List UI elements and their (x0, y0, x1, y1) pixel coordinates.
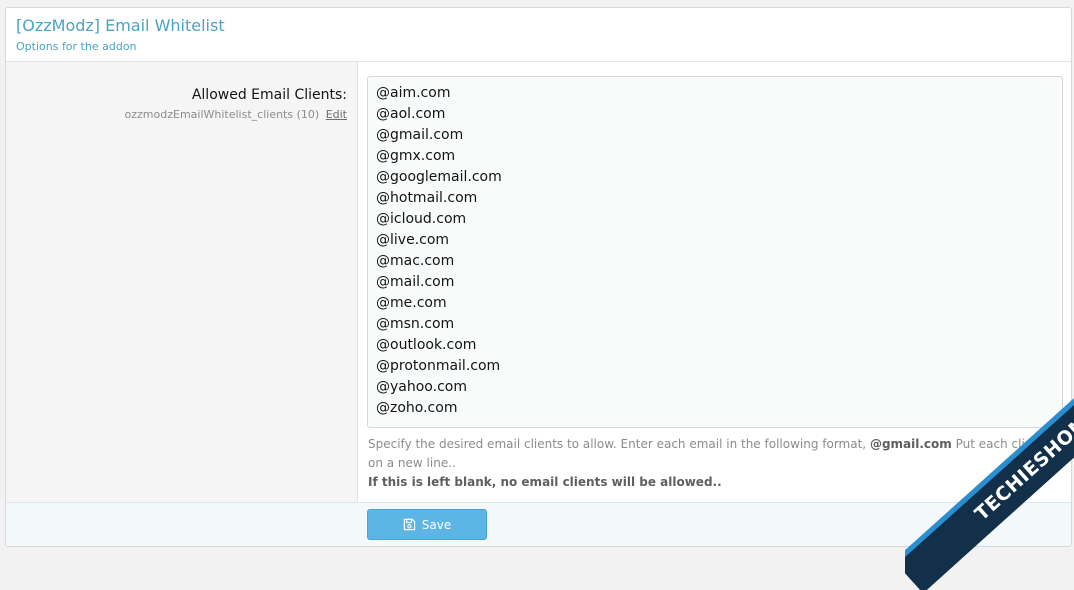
option-hint: ozzmodzEmailWhitelist_clients (10) Edit (125, 108, 347, 121)
option-id: ozzmodzEmailWhitelist_clients (10) (124, 108, 320, 121)
email-client-line: @mail.com (376, 274, 455, 290)
email-client-line: @protonmail.com (376, 358, 501, 374)
email-client-line: @zoho.com (376, 400, 458, 416)
email-client-line: @aim.com (376, 85, 451, 101)
page-subtitle: Options for the addon (16, 40, 137, 53)
email-client-line: @outlook.com (376, 337, 477, 353)
explain-example: @gmail.com (869, 437, 952, 451)
option-input-column: @aim.com @aol.com @gmail.com @gmx.com @googl… (358, 62, 1071, 502)
allowed-email-clients-textarea[interactable]: @aim.com @aol.com @gmail.com @gmx.com @googl… (367, 76, 1063, 428)
option-row: Allowed Email Clients: ozzmodzEmailWhite… (6, 62, 1071, 502)
option-explain: Specify the desired email clients to all… (368, 435, 1058, 492)
save-button[interactable]: Save (367, 509, 487, 540)
floppy-disk-icon (403, 518, 415, 531)
option-label-column: Allowed Email Clients: ozzmodzEmailWhite… (6, 62, 358, 502)
email-client-line: @yahoo.com (376, 379, 467, 395)
edit-link[interactable]: Edit (326, 108, 347, 121)
email-client-line: @googlemail.com (376, 169, 502, 185)
email-client-line: @gmail.com (376, 127, 464, 143)
email-client-line: @gmx.com (376, 148, 456, 164)
page-title: [OzzModz] Email Whitelist (16, 16, 225, 35)
email-client-line: @me.com (376, 295, 447, 311)
email-client-line: @icloud.com (376, 211, 467, 227)
save-button-label: Save (421, 517, 452, 532)
email-client-line: @hotmail.com (376, 190, 478, 206)
panel-header: [OzzModz] Email Whitelist Options for th… (6, 8, 1071, 62)
email-client-line: @mac.com (376, 253, 455, 269)
email-client-line: @live.com (376, 232, 450, 248)
explain-warning: If this is left blank, no email clients … (368, 475, 722, 489)
option-label: Allowed Email Clients: (191, 87, 347, 103)
form-footer: Save (6, 502, 1071, 546)
email-client-line: @msn.com (376, 316, 455, 332)
options-panel: [OzzModz] Email Whitelist Options for th… (5, 7, 1072, 547)
email-client-line: @aol.com (376, 106, 446, 122)
explain-prefix: Specify the desired email clients to all… (368, 437, 867, 451)
